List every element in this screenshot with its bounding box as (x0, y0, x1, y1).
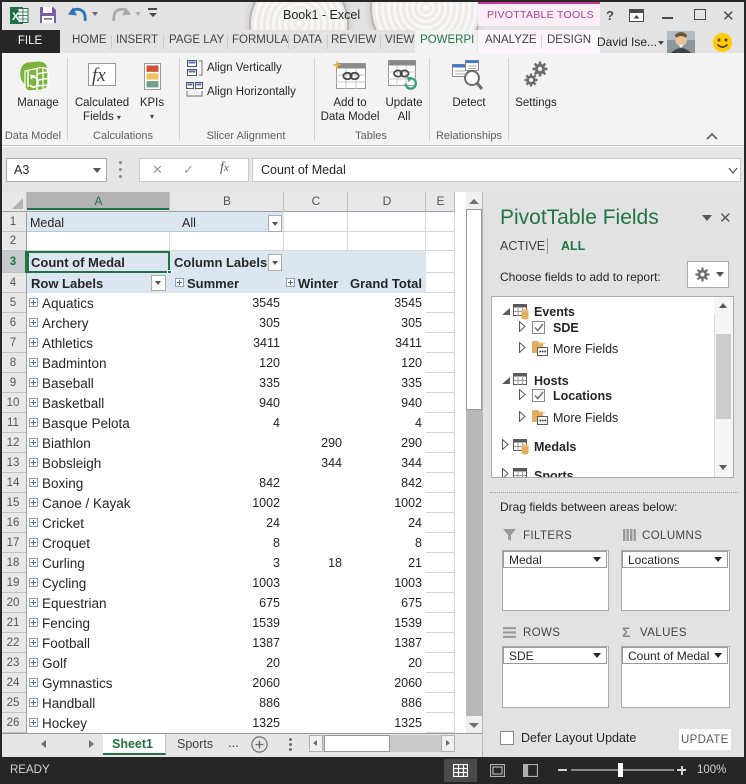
svg-text:fx: fx (92, 65, 106, 86)
svg-text:X: X (12, 11, 20, 23)
